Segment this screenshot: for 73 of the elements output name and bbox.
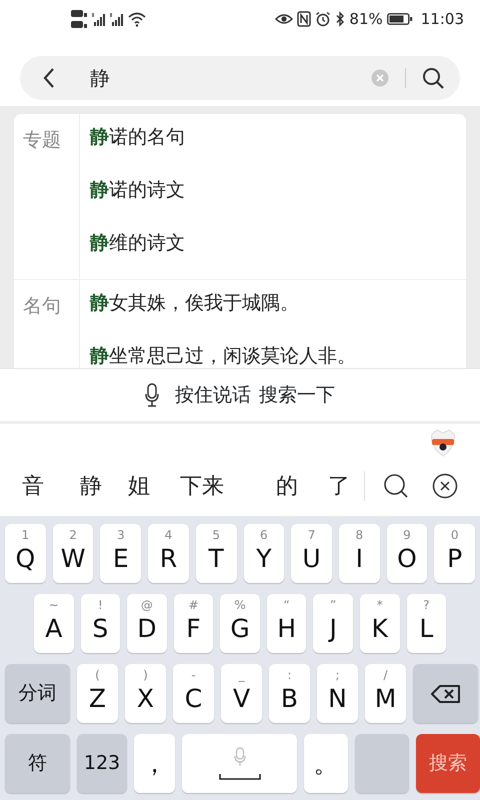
nfc-icon [297, 11, 312, 27]
function-key[interactable]: 分词 [5, 664, 70, 723]
eye-icon [275, 12, 294, 26]
keyboard-key[interactable]: % G [220, 594, 260, 653]
microphone-icon [234, 746, 246, 766]
search-icon [383, 473, 409, 499]
microphone-icon [145, 383, 159, 407]
back-button[interactable] [42, 67, 56, 89]
keyboard-key[interactable]: : B [269, 664, 310, 723]
candidate-word[interactable]: 音 [22, 470, 44, 502]
keyboard-key[interactable]: 8 I [338, 524, 380, 583]
keyboard-key[interactable]: ~ A [34, 594, 74, 653]
keyboard-key[interactable]: “ H [266, 594, 306, 653]
battery-icon [386, 12, 413, 26]
result-item[interactable]: 静诺的名句 [90, 126, 185, 148]
keyboard-key[interactable]: ? L [406, 594, 446, 653]
keyboard-key[interactable]: ; N [317, 664, 358, 723]
keyboard-key[interactable]: / M [365, 664, 406, 723]
result-item[interactable]: 静诺的诗文 [90, 179, 185, 201]
clear-icon [371, 69, 389, 87]
keyboard-key[interactable]: ( Z [77, 664, 118, 723]
language-switch-key[interactable] [355, 734, 409, 793]
search-action[interactable]: 搜索一下 [259, 380, 335, 410]
punctuation-key[interactable]: 。 [304, 734, 348, 793]
candidate-word[interactable]: 下来 [180, 470, 224, 502]
keyboard-key[interactable]: 7 U [291, 524, 332, 583]
keyboard-key[interactable]: ! S [80, 594, 120, 653]
keyboard-key[interactable]: 9 O [386, 524, 428, 583]
keyboard-key[interactable]: 6 Y [244, 524, 284, 583]
search-field[interactable]: 静 [20, 56, 460, 100]
keyboard-key[interactable]: @ D [127, 594, 167, 653]
hold-to-talk-button[interactable]: 按住说话 [145, 380, 251, 410]
clock-time: 11:03 [420, 8, 464, 30]
keyboard-key[interactable]: 3 E [100, 524, 142, 583]
keyboard-key[interactable]: # F [174, 594, 214, 653]
result-item[interactable]: 静女其姝，俟我于城隅。 [90, 292, 299, 314]
back-icon [42, 67, 56, 89]
keyboard-key[interactable]: * K [360, 594, 400, 653]
section-label: 专题 [23, 129, 61, 151]
backspace-key[interactable] [413, 664, 478, 723]
function-key[interactable]: 123 [77, 734, 127, 793]
section-label: 名句 [23, 295, 61, 317]
result-item[interactable]: 静坐常思己过，闲谈莫论人非。 [90, 345, 356, 367]
keyboard-key[interactable]: _ V [221, 664, 262, 723]
keyboard-key[interactable]: 5 T [196, 524, 237, 583]
space-bar-icon [218, 772, 260, 780]
candidate-word[interactable]: 静 [80, 470, 102, 502]
close-button[interactable] [432, 473, 458, 499]
result-item[interactable]: 静维的诗文 [90, 232, 185, 254]
backspace-icon [430, 684, 460, 704]
keyboard-key[interactable]: - C [173, 664, 214, 723]
close-icon [432, 473, 458, 499]
keyboard-key[interactable]: 1 Q [5, 524, 46, 583]
battery-percent: 81% [349, 8, 383, 30]
keyboard-key[interactable]: 0 P [434, 524, 476, 583]
wifi-icon [128, 12, 146, 26]
keyboard-key[interactable]: ” J [313, 594, 353, 653]
signal-icon [92, 12, 106, 26]
keyboard-key[interactable]: ) X [125, 664, 166, 723]
candidate-word[interactable]: 的 [276, 470, 298, 502]
alarm-icon [315, 11, 332, 27]
bluetooth-icon [335, 11, 346, 27]
search-button[interactable] [422, 67, 444, 89]
search-icon [422, 67, 444, 89]
keyboard-key[interactable]: 2 W [52, 524, 94, 583]
candidate-word[interactable]: 姐 [128, 470, 150, 502]
punctuation-key[interactable]: ， [134, 734, 175, 793]
candidate-word[interactable]: 了 [328, 470, 350, 502]
function-key[interactable]: 符 [5, 734, 70, 793]
search-button[interactable] [383, 473, 409, 499]
keyboard-key[interactable]: 4 R [148, 524, 189, 583]
signal-icon [110, 12, 124, 26]
search-input[interactable]: 静 [88, 62, 355, 94]
